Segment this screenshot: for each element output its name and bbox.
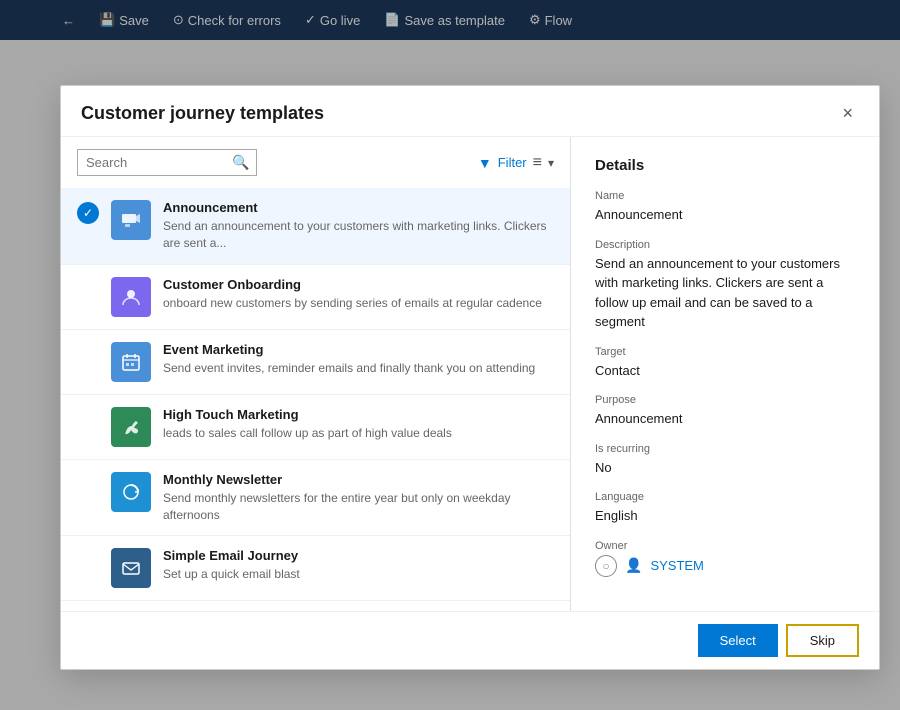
template-info-simple-email-journey: Simple Email Journey Set up a quick emai… [163,548,554,583]
detail-purpose-label: Purpose [595,394,855,406]
template-item-simple-email-journey[interactable]: Simple Email Journey Set up a quick emai… [61,536,570,601]
detail-language-value: English [595,506,855,526]
search-icon-button[interactable]: 🔍 [226,150,255,175]
select-button[interactable]: Select [698,624,778,657]
detail-target-label: Target [595,346,855,358]
template-info-announcement: Announcement Send an announcement to you… [163,200,554,252]
template-icon-announcement [111,200,151,240]
detail-purpose: Purpose Announcement [595,394,855,429]
owner-circle-icon: ○ [595,555,617,577]
modal-close-button[interactable]: × [836,102,859,124]
detail-is-recurring-value: No [595,458,855,478]
selected-check-mark: ✓ [77,202,99,224]
collapse-icon[interactable]: ▾ [548,156,554,170]
detail-is-recurring: Is recurring No [595,443,855,478]
modal-footer: Select Skip [61,611,879,669]
template-name-simple-email-journey: Simple Email Journey [163,548,554,563]
search-icon: 🔍 [232,154,249,170]
template-icon-event-marketing [111,342,151,382]
template-icon-simple-email-journey [111,548,151,588]
template-desc-monthly-newsletter: Send monthly newsletters for the entire … [163,490,554,524]
sort-icon[interactable]: ≡ [533,154,542,172]
detail-name-value: Announcement [595,205,855,225]
detail-owner: Owner ○ 👤 SYSTEM [595,540,855,577]
template-info-event-marketing: Event Marketing Send event invites, remi… [163,342,554,377]
detail-name: Name Announcement [595,190,855,225]
detail-description-label: Description [595,239,855,251]
template-item-customer-onboarding[interactable]: Customer Onboarding onboard new customer… [61,265,570,330]
template-item-monthly-newsletter[interactable]: Monthly Newsletter Send monthly newslett… [61,460,570,537]
template-item-high-touch-marketing[interactable]: High Touch Marketing leads to sales call… [61,395,570,460]
skip-button[interactable]: Skip [786,624,859,657]
detail-language-label: Language [595,491,855,503]
search-input[interactable] [78,150,226,175]
modal-dialog: Customer journey templates × 🔍 ▼ Filter [60,85,880,670]
modal-header: Customer journey templates × [61,86,879,137]
template-name-monthly-newsletter: Monthly Newsletter [163,472,554,487]
detail-language: Language English [595,491,855,526]
search-input-wrap: 🔍 [77,149,257,176]
modal-body: 🔍 ▼ Filter ≡ ▾ ✓ [61,137,879,611]
filter-label[interactable]: Filter [498,155,527,170]
detail-owner-label: Owner [595,540,855,552]
detail-purpose-value: Announcement [595,409,855,429]
detail-is-recurring-label: Is recurring [595,443,855,455]
right-panel: Details Name Announcement Description Se… [571,137,879,611]
template-icon-monthly-newsletter [111,472,151,512]
owner-row: ○ 👤 SYSTEM [595,555,855,577]
template-info-monthly-newsletter: Monthly Newsletter Send monthly newslett… [163,472,554,524]
template-item-announcement[interactable]: ✓ Announcement Send an announcement to y… [61,188,570,265]
filter-row: ▼ Filter ≡ ▾ [478,154,554,172]
template-list: ✓ Announcement Send an announcement to y… [61,188,570,611]
template-name-announcement: Announcement [163,200,554,215]
detail-description: Description Send an announcement to your… [595,239,855,332]
template-name-event-marketing: Event Marketing [163,342,554,357]
modal-title: Customer journey templates [81,103,324,124]
template-name-customer-onboarding: Customer Onboarding [163,277,554,292]
template-desc-event-marketing: Send event invites, reminder emails and … [163,360,554,377]
details-section-title: Details [595,157,855,174]
template-desc-simple-email-journey: Set up a quick email blast [163,566,554,583]
template-desc-high-touch-marketing: leads to sales call follow up as part of… [163,425,554,442]
detail-target-value: Contact [595,361,855,381]
template-icon-high-touch-marketing [111,407,151,447]
template-name-high-touch-marketing: High Touch Marketing [163,407,554,422]
owner-link[interactable]: SYSTEM [650,558,703,573]
owner-person-icon: 👤 [625,557,642,574]
detail-description-value: Send an announcement to your customers w… [595,254,855,332]
template-info-customer-onboarding: Customer Onboarding onboard new customer… [163,277,554,312]
detail-target: Target Contact [595,346,855,381]
template-item-event-marketing[interactable]: Event Marketing Send event invites, remi… [61,330,570,395]
left-panel: 🔍 ▼ Filter ≡ ▾ ✓ [61,137,571,611]
detail-name-label: Name [595,190,855,202]
filter-icon: ▼ [478,155,492,171]
template-desc-announcement: Send an announcement to your customers w… [163,218,554,252]
modal-container: Customer journey templates × 🔍 ▼ Filter [40,45,900,710]
search-bar: 🔍 ▼ Filter ≡ ▾ [61,137,570,188]
template-info-high-touch-marketing: High Touch Marketing leads to sales call… [163,407,554,442]
template-icon-customer-onboarding [111,277,151,317]
template-desc-customer-onboarding: onboard new customers by sending series … [163,295,554,312]
